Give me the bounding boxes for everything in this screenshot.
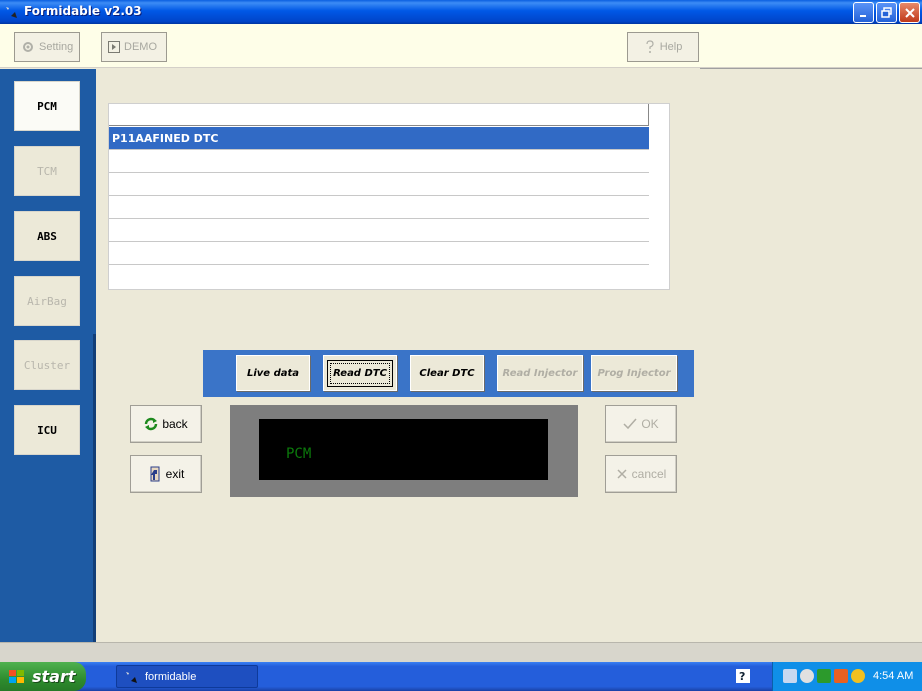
sidebar-item-icu[interactable]: ICU [14, 405, 80, 455]
read-dtc-button[interactable]: Read DTC [323, 355, 397, 391]
status-bar [0, 642, 922, 662]
cancel-button[interactable]: cancel [605, 455, 677, 493]
sidebar-item-label: TCM [37, 164, 57, 178]
settings-icon [23, 42, 33, 52]
volume-icon[interactable] [800, 669, 814, 683]
messenger-icon[interactable] [851, 669, 865, 683]
sidebar-item-label: AirBag [27, 294, 67, 308]
start-label: start [32, 667, 76, 686]
list-item[interactable] [109, 150, 649, 173]
list-item[interactable] [109, 173, 649, 196]
sidebar: PCM TCM ABS AirBag Cluster ICU [0, 69, 96, 642]
back-label: back [162, 417, 188, 431]
sidebar-item-abs[interactable]: ABS [14, 211, 80, 261]
list-item[interactable] [109, 242, 649, 265]
network-icon[interactable] [783, 669, 797, 683]
exit-label: exit [165, 467, 185, 481]
clock: 4:54 AM [873, 670, 914, 682]
list-item[interactable] [109, 219, 649, 242]
status-display: PCM [259, 419, 548, 480]
sidebar-edge [93, 334, 96, 642]
check-icon [623, 418, 637, 430]
dtc-list[interactable]: P11AAFINED DTC [108, 103, 670, 290]
read-injector-label: Read Injector [502, 367, 578, 379]
read-injector-button[interactable]: Read Injector [497, 355, 583, 391]
read-dtc-label: Read DTC [327, 359, 393, 387]
app-icon [6, 7, 17, 18]
system-tray: 4:54 AM [772, 662, 922, 691]
ok-label: OK [641, 417, 659, 431]
app-icon [126, 671, 137, 683]
sidebar-item-airbag[interactable]: AirBag [14, 276, 80, 326]
start-button[interactable]: start [0, 662, 86, 691]
taskbar: start formidable ? 4:54 AM [0, 662, 922, 691]
security-icon[interactable] [817, 669, 831, 683]
taskbar-item-label: formidable [145, 670, 197, 683]
window-title: Formidable v2.03 [24, 4, 142, 18]
sidebar-item-label: Cluster [23, 358, 71, 372]
toolbar-divider [700, 68, 922, 69]
action-strip: Live data Read DTC Clear DTC Read Inject… [203, 350, 694, 397]
close-icon [905, 8, 915, 18]
minimize-button[interactable] [853, 2, 874, 23]
setting-button[interactable]: Setting [14, 32, 80, 62]
help-button[interactable]: Help [627, 32, 699, 62]
refresh-icon [145, 417, 158, 431]
back-button[interactable]: back [130, 405, 202, 443]
display-frame: PCM [230, 405, 578, 497]
title-bar: Formidable v2.03 [0, 0, 922, 24]
prog-injector-button[interactable]: Prog Injector [591, 355, 677, 391]
list-header[interactable] [109, 104, 649, 126]
maximize-button[interactable] [876, 2, 897, 23]
clear-dtc-label: Clear DTC [419, 367, 475, 379]
sidebar-item-tcm[interactable]: TCM [14, 146, 80, 196]
demo-label: DEMO [124, 41, 157, 53]
sidebar-item-label: ICU [37, 423, 57, 437]
clear-dtc-button[interactable]: Clear DTC [410, 355, 484, 391]
help-tray-icon[interactable]: ? [736, 669, 750, 683]
sidebar-item-pcm[interactable]: PCM [14, 81, 80, 131]
live-data-button[interactable]: Live data [236, 355, 310, 391]
exit-button[interactable]: exit [130, 455, 202, 493]
live-data-label: Live data [246, 367, 300, 379]
restore-icon [881, 7, 892, 18]
sidebar-item-cluster[interactable]: Cluster [14, 340, 80, 390]
sidebar-item-label: PCM [37, 99, 57, 113]
toolbar: Setting DEMO Help [0, 24, 922, 69]
exit-door-icon [150, 466, 160, 482]
demo-button[interactable]: DEMO [101, 32, 167, 62]
prog-injector-label: Prog Injector [597, 367, 671, 379]
taskbar-item-formidable[interactable]: formidable [116, 665, 258, 688]
setting-label: Setting [39, 41, 74, 53]
cancel-label: cancel [631, 467, 667, 481]
cancel-icon [617, 469, 627, 479]
close-button[interactable] [899, 2, 920, 23]
minimize-icon [860, 15, 866, 17]
antivirus-icon[interactable] [834, 669, 848, 683]
help-icon [646, 40, 654, 53]
ok-button[interactable]: OK [605, 405, 677, 443]
list-item[interactable]: P11AAFINED DTC [109, 127, 649, 150]
svg-text:?: ? [739, 670, 745, 683]
help-label: Help [659, 41, 683, 53]
sidebar-item-label: ABS [37, 229, 57, 243]
windows-logo-icon [9, 669, 24, 683]
list-item[interactable] [109, 196, 649, 219]
play-icon [108, 41, 120, 53]
